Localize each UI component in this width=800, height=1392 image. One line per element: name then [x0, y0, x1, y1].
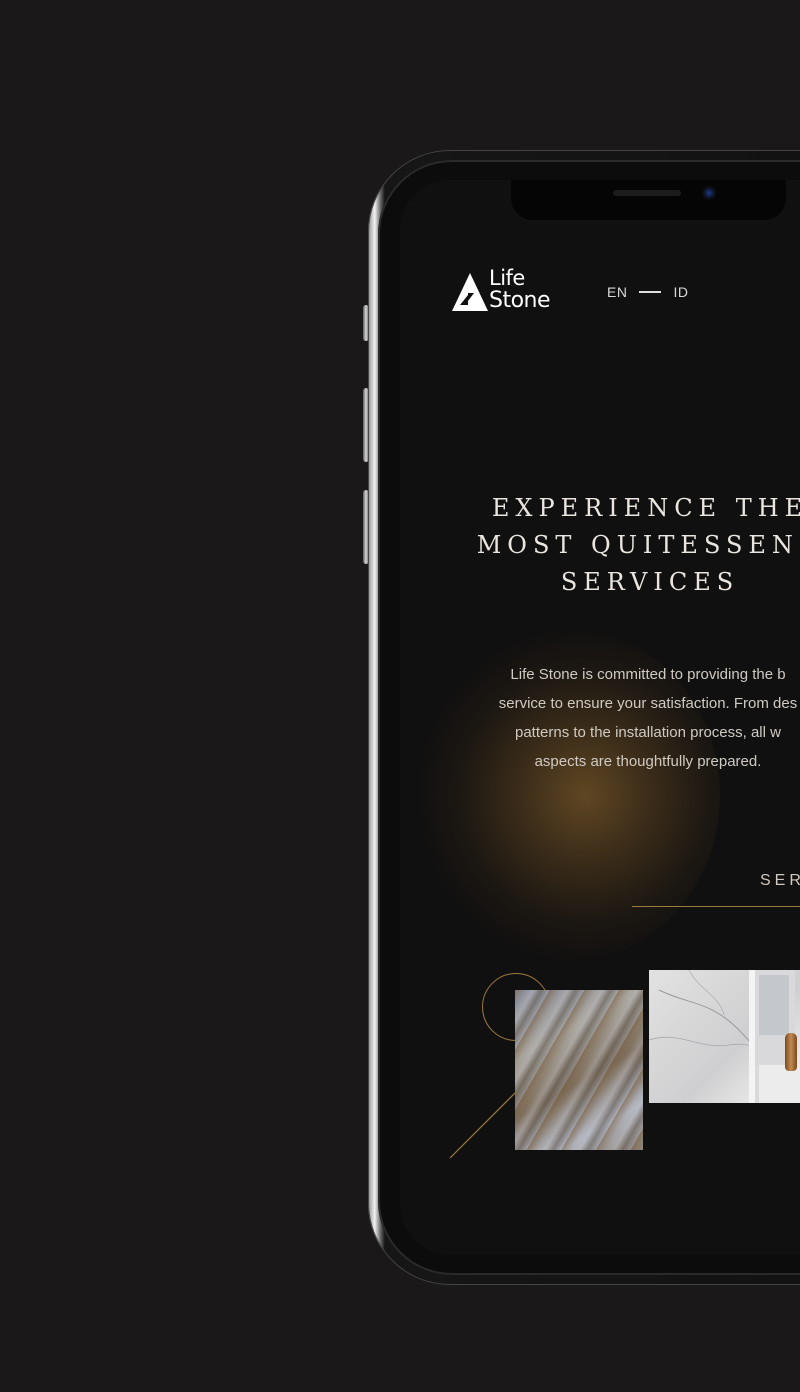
logo-wordmark: Life Stone — [489, 266, 551, 313]
hero-title-line: EXPERIENCE THE — [491, 494, 800, 522]
gold-underline — [632, 906, 800, 907]
hero-title-line: MOST QUITESSENC — [476, 531, 800, 559]
description-line: service to ensure your satisfaction. Fro… — [498, 695, 798, 712]
phone-screen: Life Stone EN ID EXPERIENCE THE MOST QUI… — [400, 180, 800, 1255]
vase-decoration — [785, 1033, 797, 1071]
front-camera-icon — [702, 186, 716, 200]
description-line: aspects are thoughtfully prepared. — [534, 753, 762, 770]
hero-description: Life Stone is committed to providing the… — [428, 660, 800, 776]
mockup-stage: Life Stone EN ID EXPERIENCE THE MOST QUI… — [0, 0, 800, 1392]
marble-bathroom-image — [649, 970, 800, 1103]
description-line: patterns to the installation process, al… — [515, 724, 781, 741]
phone-notch — [511, 180, 786, 220]
granite-sample-image — [515, 990, 643, 1150]
logo-word-life: Life — [489, 266, 525, 290]
site-logo[interactable]: Life Stone — [452, 268, 567, 314]
hero-title-line: SERVICES — [560, 568, 740, 596]
description-line: Life Stone is committed to providing the… — [510, 666, 786, 683]
lang-option-en[interactable]: EN — [607, 284, 627, 300]
logo-word-stone: Stone — [489, 288, 551, 313]
lang-divider — [639, 291, 662, 293]
language-switcher: EN ID — [607, 284, 688, 300]
hero-title: EXPERIENCE THE MOST QUITESSENC SERVICES — [440, 490, 800, 601]
lifestone-triangle-logo-icon — [452, 273, 488, 311]
lang-option-id[interactable]: ID — [673, 284, 688, 300]
marble-vein-pattern — [649, 970, 800, 1103]
speaker-grille — [613, 190, 681, 196]
services-link[interactable]: SER — [760, 872, 800, 890]
